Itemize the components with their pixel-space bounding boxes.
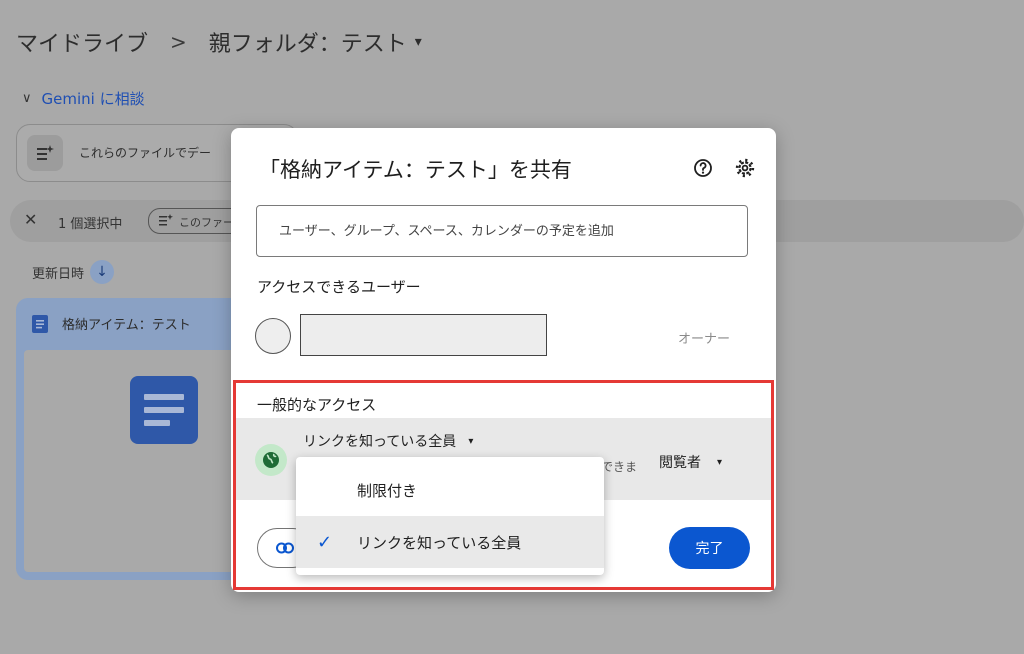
docs-icon [130,376,198,444]
prompt-card-text: これらのファイルでデー [79,146,212,160]
check-icon: ✓ [317,532,333,553]
menu-item-restricted[interactable]: 制限付き [296,464,604,516]
arrow-down-icon[interactable]: ↓ [90,260,115,284]
gemini-toggle[interactable]: ∨ Gemini に相談 [22,88,145,109]
help-icon[interactable] [693,158,713,178]
menu-item-anyone-with-link[interactable]: ✓ リンクを知っている全員 [296,516,604,568]
chevron-down-icon[interactable]: ▾ [415,34,422,50]
add-people-input[interactable] [256,205,748,257]
menu-item-label: 制限付き [357,482,418,500]
docs-icon [32,314,48,333]
sparkle-list-icon [27,135,63,171]
breadcrumb-separator: > [170,30,187,54]
close-icon[interactable]: ✕ [24,210,37,229]
chevron-down-icon: ∨ [22,91,32,106]
file-card-name: 格納アイテム：テスト [62,318,191,333]
gemini-label: Gemini に相談 [41,90,145,108]
access-heading: アクセスできるユーザー [257,278,421,296]
file-card-header: 格納アイテム：テスト [32,314,191,333]
avatar [255,318,291,354]
sparkle-list-icon [159,214,173,226]
selection-count: 1 個選択中 [58,217,123,232]
owner-role-label: オーナー [678,332,731,347]
gear-icon[interactable] [735,158,755,178]
link-access-menu: 制限付き ✓ リンクを知っている全員 [296,457,604,575]
breadcrumb-root[interactable]: マイドライブ [16,26,148,58]
selection-chip-label: このファー [179,216,234,229]
breadcrumb-current[interactable]: 親フォルダ：テスト [209,26,407,58]
dialog-title: 「格納アイテム：テスト」を共有 [259,158,572,182]
menu-item-label: リンクを知っている全員 [357,534,522,552]
owner-name-redacted [300,314,547,356]
breadcrumb: マイドライブ > 親フォルダ：テスト ▾ [16,26,422,58]
sort-label: 更新日時 [32,266,85,282]
sort-control[interactable]: 更新日時 ↓ [32,260,115,284]
